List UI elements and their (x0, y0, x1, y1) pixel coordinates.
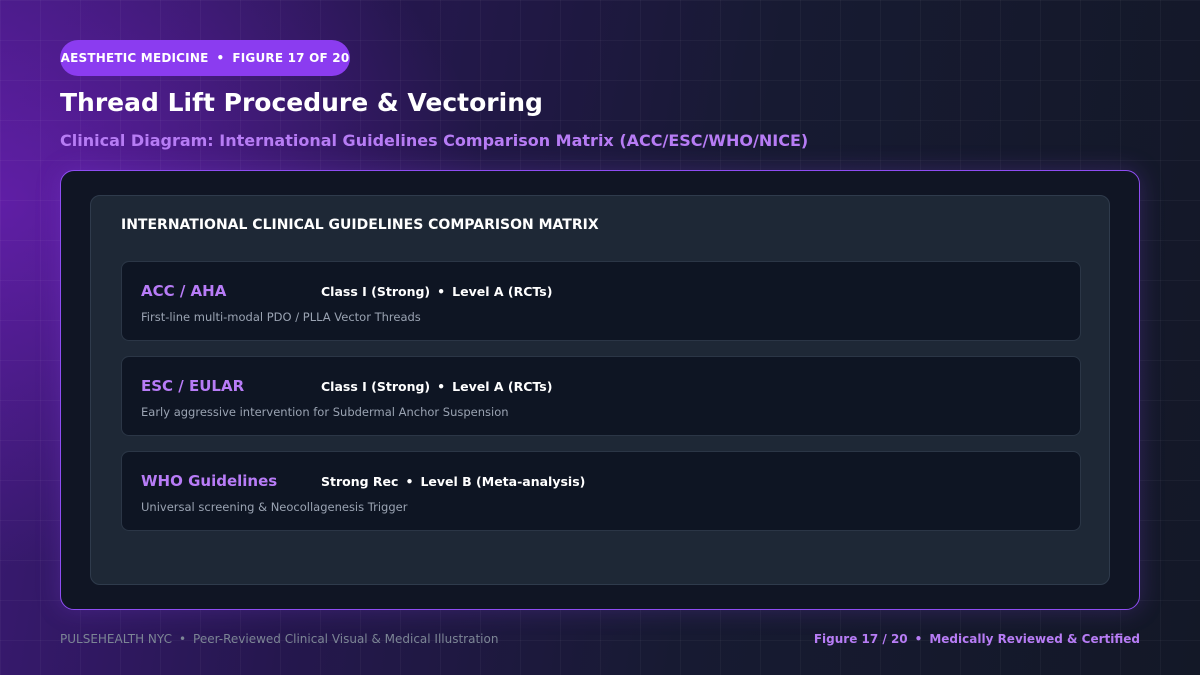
guideline-organization: ACC / AHA (141, 282, 227, 300)
footer-figure-info: Figure 17 / 20 • Medically Reviewed & Cert… (814, 632, 1140, 646)
rating-separator: • (437, 379, 446, 394)
guideline-organization: WHO Guidelines (141, 472, 278, 490)
guidelines-matrix: INTERNATIONAL CLINICAL GUIDELINES COMPAR… (90, 195, 1110, 585)
footer-brand: PULSEHEALTH NYC (60, 632, 172, 646)
guideline-row-who: WHO Guidelines Strong Rec • Level B (Meta-… (121, 451, 1081, 531)
recommendation-strength: Class I (Strong) (321, 379, 431, 394)
footer-separator: • (914, 632, 923, 646)
guideline-organization: ESC / EULAR (141, 377, 245, 395)
page-subtitle: Clinical Diagram: International Guidelin… (60, 131, 809, 150)
recommendation-strength: Strong Rec (321, 474, 399, 489)
guideline-row-esc-eular: ESC / EULAR Class I (Strong) • Level A (RC… (121, 356, 1081, 436)
recommendation-strength: Class I (Strong) (321, 284, 431, 299)
guideline-description: Early aggressive intervention for Subder… (141, 405, 509, 419)
guideline-row-acc-aha: ACC / AHA Class I (Strong) • Level A (RCTs… (121, 261, 1081, 341)
page-title: Thread Lift Procedure & Vectoring (60, 88, 543, 117)
footer-tagline: Peer-Reviewed Clinical Visual & Medical … (193, 632, 499, 646)
guideline-rating: Class I (Strong) • Level A (RCTs) (321, 379, 552, 394)
guideline-description: Universal screening & Neocollagenesis Tr… (141, 500, 408, 514)
badge-figure-number: FIGURE 17 OF 20 (232, 51, 350, 65)
badge-separator: • (216, 51, 225, 65)
rating-separator: • (437, 284, 446, 299)
guideline-rating: Strong Rec • Level B (Meta-analysis) (321, 474, 585, 489)
diagram-panel: INTERNATIONAL CLINICAL GUIDELINES COMPAR… (60, 170, 1140, 610)
matrix-heading: INTERNATIONAL CLINICAL GUIDELINES COMPAR… (121, 217, 599, 233)
figure-badge: AESTHETIC MEDICINE • FIGURE 17 OF 20 (60, 40, 350, 76)
guideline-rating: Class I (Strong) • Level A (RCTs) (321, 284, 552, 299)
evidence-level: Level B (Meta-analysis) (420, 474, 586, 489)
guideline-description: First-line multi-modal PDO / PLLA Vector… (141, 310, 421, 324)
footer-figure-number: Figure 17 / 20 (813, 632, 908, 646)
evidence-level: Level A (RCTs) (452, 284, 553, 299)
footer-attribution: PULSEHEALTH NYC • Peer-Reviewed Clinical V… (60, 632, 498, 646)
badge-category: AESTHETIC MEDICINE (60, 51, 209, 65)
evidence-level: Level A (RCTs) (452, 379, 553, 394)
rating-separator: • (405, 474, 414, 489)
footer-certification: Medically Reviewed & Certified (929, 632, 1140, 646)
footer-separator: • (178, 632, 187, 646)
